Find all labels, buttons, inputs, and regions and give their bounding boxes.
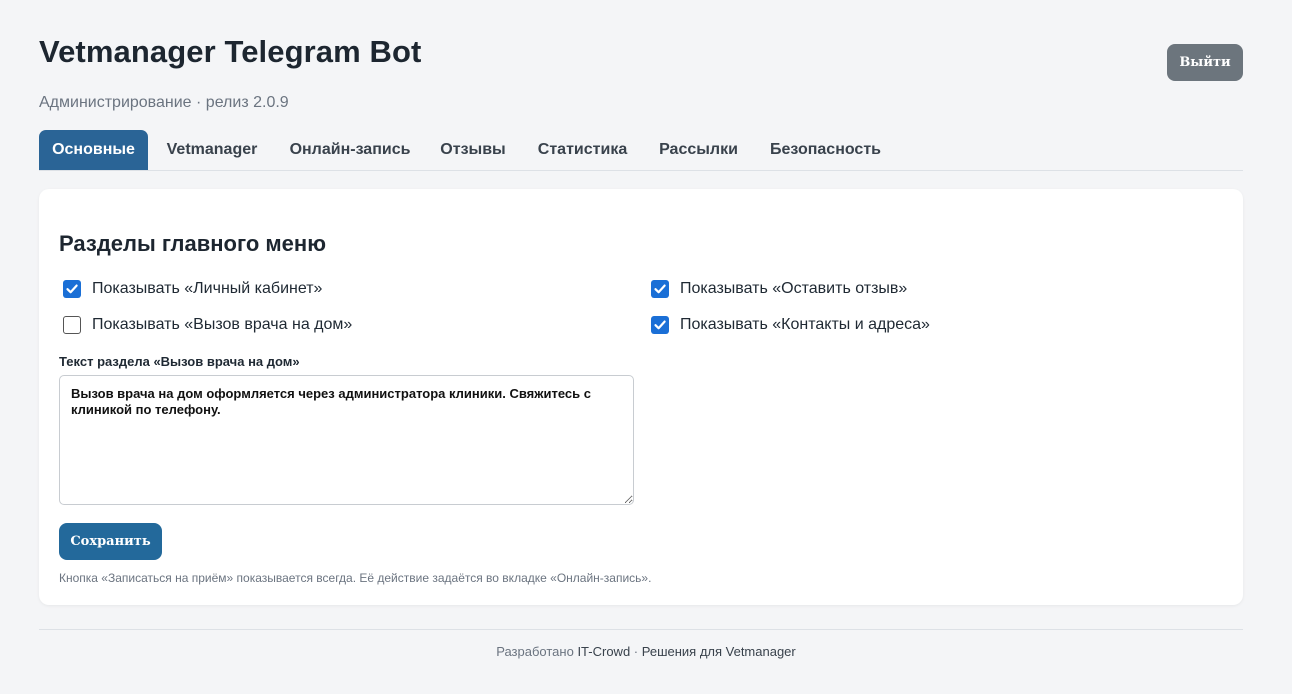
page-subtitle: Администрирование · релиз 2.0.9 (39, 94, 289, 111)
footer-prefix: Разработано (496, 644, 578, 659)
admin-page: Vetmanager Telegram Bot Администрировани… (0, 0, 1292, 694)
hint-text: Кнопка «Записаться на приём» показываетс… (59, 571, 652, 585)
checkbox-unchecked-icon[interactable] (63, 316, 81, 334)
checkbox-checked-icon[interactable] (651, 280, 669, 298)
option-label: Показывать «Оставить отзыв» (680, 280, 908, 297)
tab-main[interactable]: Основные (39, 130, 148, 170)
option-label: Показывать «Вызов врача на дом» (92, 316, 353, 333)
checkbox-checked-icon[interactable] (651, 316, 669, 334)
checkbox-checked-icon[interactable] (63, 280, 81, 298)
option-leave-review[interactable]: Показывать «Оставить отзыв» (651, 280, 907, 298)
option-personal-account[interactable]: Показывать «Личный кабинет» (63, 280, 322, 298)
section-title: Разделы главного меню (59, 231, 326, 256)
tab-vetmanager[interactable]: Vetmanager (148, 130, 276, 170)
footer-company: IT-Crowd (577, 644, 631, 659)
footer-tagline: Решения для Vetmanager (641, 644, 796, 659)
option-label: Показывать «Контакты и адреса» (680, 316, 930, 333)
tab-mailings[interactable]: Рассылки (643, 130, 754, 170)
tab-bar: Основные Vetmanager Онлайн-запись Отзывы… (39, 130, 1243, 171)
option-home-visit[interactable]: Показывать «Вызов врача на дом» (63, 316, 352, 334)
home-visit-text-label: Текст раздела «Вызов врача на дом» (59, 354, 300, 369)
logout-button[interactable]: Выйти (1167, 44, 1243, 81)
page-title: Vetmanager Telegram Bot (39, 34, 422, 69)
tab-statistics[interactable]: Статистика (522, 130, 643, 170)
tab-reviews[interactable]: Отзывы (424, 130, 522, 170)
option-label: Показывать «Личный кабинет» (92, 280, 323, 297)
footer-separator: · (630, 644, 642, 659)
settings-card: Разделы главного меню Показывать «Личный… (39, 189, 1243, 605)
tab-security[interactable]: Безопасность (754, 130, 897, 170)
footer-divider (39, 629, 1243, 630)
footer: Разработано IT-Crowd · Решения для Vetma… (0, 644, 1292, 659)
save-button[interactable]: Сохранить (59, 523, 162, 560)
home-visit-text-field[interactable]: Вызов врача на дом оформляется через адм… (59, 375, 634, 505)
option-contacts[interactable]: Показывать «Контакты и адреса» (651, 316, 930, 334)
tab-online-booking[interactable]: Онлайн-запись (276, 130, 424, 170)
